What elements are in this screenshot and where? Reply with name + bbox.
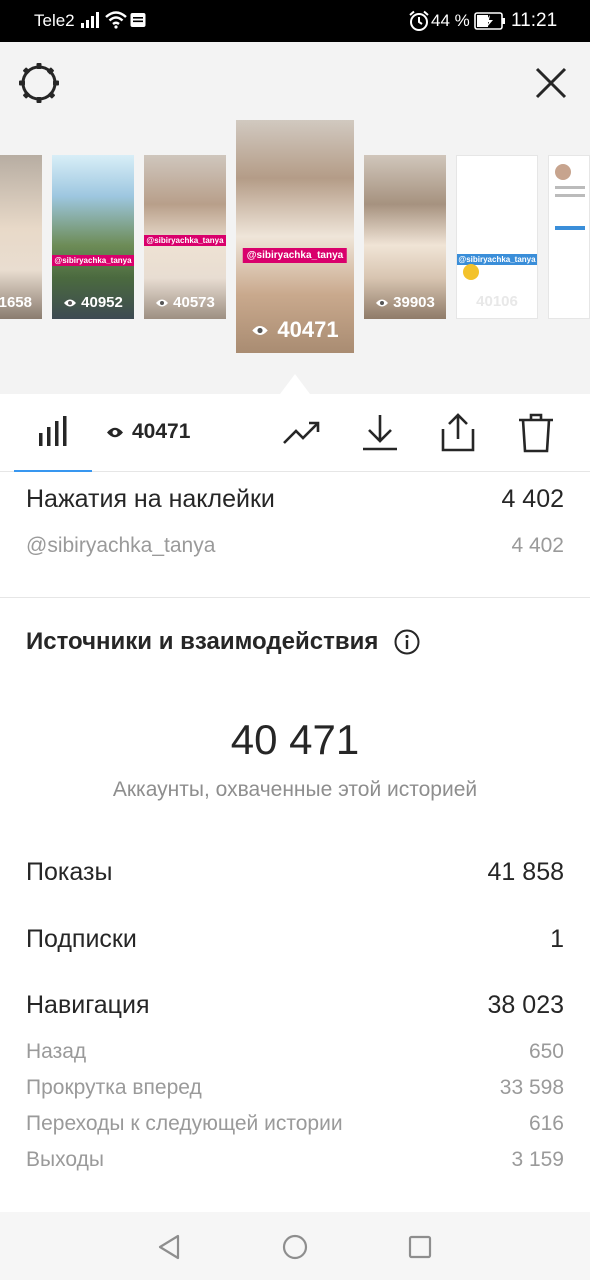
trash-icon[interactable] xyxy=(514,411,558,455)
thumbnail-views-value: 40573 xyxy=(173,294,215,311)
sticker-taps-value: 4 402 xyxy=(501,485,564,513)
sticker-mention-label: @sibiryachka_tanya xyxy=(26,534,216,557)
story-toolbar: 40471 xyxy=(0,394,590,472)
comment-preview xyxy=(555,186,585,189)
story-thumbnail-selected[interactable]: @sibiryachka_tanya 40471 xyxy=(236,120,354,353)
home-icon[interactable] xyxy=(280,1232,310,1262)
navigation-item-row: Назад 650 xyxy=(26,1040,564,1064)
reach-label: Аккаунты, охваченные этой историей xyxy=(112,778,478,801)
thumbnail-views: 1658 xyxy=(0,294,42,311)
navigation-item-value: 33 598 xyxy=(499,1076,564,1099)
thumbnail-views: 40106 xyxy=(457,293,537,310)
story-thumbnail[interactable]: @sibiryachka_tanya 40952 xyxy=(52,155,134,319)
eye-icon xyxy=(376,299,389,306)
carrier-label: Tele2 xyxy=(34,11,75,30)
back-icon[interactable] xyxy=(154,1232,184,1262)
thumbnail-views: 40471 xyxy=(236,317,354,343)
tab-insights[interactable] xyxy=(14,394,92,472)
impressions-row: Показы 41 858 xyxy=(26,858,564,887)
impressions-label: Показы xyxy=(26,858,113,886)
close-icon[interactable] xyxy=(528,60,574,106)
settings-icon[interactable] xyxy=(16,60,62,106)
message-icon xyxy=(130,13,146,27)
story-thumbnail[interactable]: 39903 xyxy=(364,155,446,319)
system-nav-bar xyxy=(0,1212,590,1280)
viewers-count: 40471 xyxy=(132,420,191,443)
follows-value: 1 xyxy=(550,925,564,953)
impressions-value: 41 858 xyxy=(487,858,564,886)
thumbnail-views-value: 40952 xyxy=(81,294,123,311)
story-thumbnail[interactable]: 1658 xyxy=(0,155,42,319)
eye-icon xyxy=(64,299,77,306)
section-title: Источники и взаимодействия xyxy=(26,628,420,656)
comment-preview xyxy=(555,226,585,230)
navigation-item-row: Выходы 3 159 xyxy=(26,1148,564,1172)
signal-icon xyxy=(81,12,99,28)
mention-tag: @sibiryachka_tanya xyxy=(144,235,226,246)
trending-up-icon[interactable] xyxy=(280,411,324,455)
clock: 11:21 xyxy=(511,10,558,31)
section-title-text: Источники и взаимодействия xyxy=(26,628,379,655)
thumbnail-views-value: 40106 xyxy=(476,293,518,310)
navigation-item-label: Прокрутка вперед xyxy=(26,1076,202,1099)
section-divider xyxy=(0,597,590,598)
download-icon[interactable] xyxy=(358,411,402,455)
follows-label: Подписки xyxy=(26,925,137,953)
recents-icon[interactable] xyxy=(405,1232,435,1262)
story-thumbnail[interactable] xyxy=(548,155,590,319)
sticker-mention-row[interactable]: @sibiryachka_tanya 4 402 xyxy=(26,534,564,558)
story-thumbnail[interactable]: @sibiryachka_tanya 40573 xyxy=(144,155,226,319)
thumbnail-views-value: 40471 xyxy=(277,317,339,342)
alarm-icon xyxy=(409,10,429,31)
bar-chart-icon xyxy=(39,416,67,446)
navigation-item-value: 650 xyxy=(528,1040,564,1063)
eye-icon xyxy=(107,427,123,437)
share-icon[interactable] xyxy=(436,411,480,455)
navigation-value: 38 023 xyxy=(487,991,564,1019)
navigation-item-label: Переходы к следующей истории xyxy=(26,1112,343,1135)
tab-viewers[interactable]: 40471 xyxy=(106,420,190,444)
eye-icon xyxy=(252,325,269,335)
reach-value: 40 471 xyxy=(230,716,360,763)
sticker-taps-row: Нажатия на наклейки 4 402 xyxy=(26,485,564,514)
battery-percent: 44 % xyxy=(431,11,470,30)
follows-row: Подписки 1 xyxy=(26,925,564,954)
thumbnail-views: 40573 xyxy=(144,294,226,311)
sticker-taps-label: Нажатия на наклейки xyxy=(26,485,275,513)
navigation-item-label: Назад xyxy=(26,1040,87,1063)
navigation-item-value: 3 159 xyxy=(511,1148,564,1171)
comment-preview xyxy=(555,164,571,180)
status-bar: Tele2 44 % 11:21 xyxy=(0,0,590,42)
wifi-icon xyxy=(105,11,127,29)
selected-pointer xyxy=(280,374,310,394)
battery-charging-icon xyxy=(474,12,505,30)
info-icon[interactable] xyxy=(394,629,420,655)
navigation-row: Навигация 38 023 xyxy=(26,991,564,1020)
mention-tag: @sibiryachka_tanya xyxy=(242,248,348,263)
navigation-item-row: Переходы к следующей истории 616 xyxy=(26,1112,564,1136)
navigation-item-label: Выходы xyxy=(26,1148,104,1171)
thumbnail-views-value: 1658 xyxy=(0,294,32,311)
thumbnail-views-value: 39903 xyxy=(393,294,435,311)
story-thumbnail[interactable]: @sibiryachka_tanya 40106 xyxy=(456,155,538,319)
thumbnail-views: 39903 xyxy=(364,294,446,311)
comment-preview xyxy=(555,194,585,197)
navigation-item-value: 616 xyxy=(528,1112,564,1135)
emoji-sticker xyxy=(463,264,479,280)
thumbnail-views: 40952 xyxy=(52,294,134,311)
mention-tag: @sibiryachka_tanya xyxy=(52,255,134,266)
eye-icon xyxy=(156,299,169,306)
navigation-label: Навигация xyxy=(26,991,150,1019)
sticker-mention-value: 4 402 xyxy=(511,534,564,557)
navigation-item-row: Прокрутка вперед 33 598 xyxy=(26,1076,564,1100)
story-header: 1658 @sibiryachka_tanya 40952 @sibiryach… xyxy=(0,42,590,394)
